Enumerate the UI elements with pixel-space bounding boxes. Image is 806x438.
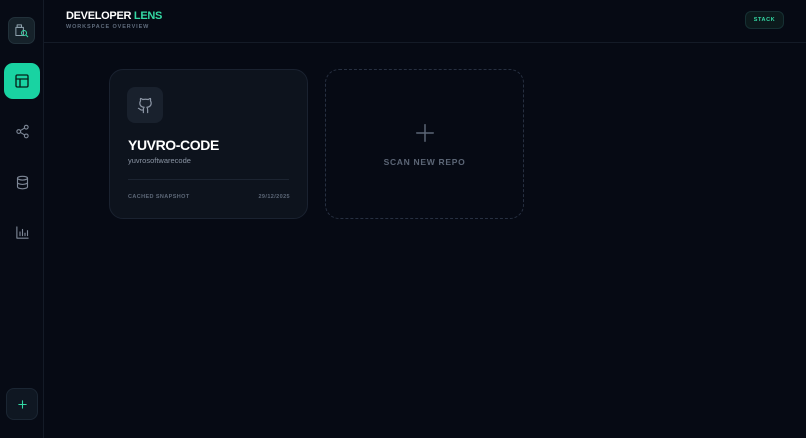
sidebar bbox=[0, 0, 44, 438]
top-header: DEVELOPER LENS WORKSPACE OVERVIEW STACK bbox=[44, 0, 806, 43]
repo-icon-box bbox=[127, 87, 163, 123]
database-icon bbox=[16, 175, 28, 189]
github-icon bbox=[137, 97, 152, 113]
layout-icon bbox=[15, 74, 29, 88]
sidebar-item-overview[interactable] bbox=[4, 63, 40, 99]
logo-icon bbox=[15, 24, 29, 38]
card-divider bbox=[128, 179, 289, 180]
repo-owner: yuvrosoftwarecode bbox=[128, 156, 191, 165]
brand: DEVELOPER LENS WORKSPACE OVERVIEW bbox=[66, 10, 162, 31]
share-nodes-icon bbox=[15, 124, 29, 138]
scan-new-repo-label: SCAN NEW REPO bbox=[383, 157, 466, 167]
app-title-main: DEVELOPER bbox=[66, 10, 132, 22]
sidebar-item-analytics[interactable] bbox=[4, 214, 40, 250]
add-workspace-button[interactable] bbox=[6, 388, 38, 420]
repo-card[interactable]: YUVRO-CODE yuvrosoftwarecode CACHED SNAP… bbox=[109, 69, 308, 219]
app-window: DEVELOPER LENS WORKSPACE OVERVIEW STACK … bbox=[0, 0, 806, 438]
app-title: DEVELOPER LENS bbox=[66, 10, 162, 22]
app-logo[interactable] bbox=[8, 17, 35, 44]
stack-button[interactable]: STACK bbox=[745, 11, 784, 29]
bar-chart-icon bbox=[15, 225, 29, 239]
app-title-accent: LENS bbox=[133, 10, 163, 22]
snapshot-date: 29/12/2025 bbox=[258, 194, 290, 200]
repo-name: YUVRO-CODE bbox=[128, 137, 219, 153]
scan-new-repo-card[interactable]: SCAN NEW REPO bbox=[325, 69, 524, 219]
repo-meta: CACHED SNAPSHOT 29/12/2025 bbox=[128, 194, 290, 200]
sidebar-item-database[interactable] bbox=[4, 164, 40, 200]
sidebar-item-graph[interactable] bbox=[4, 113, 40, 149]
snapshot-status: CACHED SNAPSHOT bbox=[128, 194, 190, 200]
plus-icon bbox=[415, 124, 434, 142]
app-subtitle: WORKSPACE OVERVIEW bbox=[66, 24, 150, 30]
plus-icon bbox=[17, 399, 27, 409]
